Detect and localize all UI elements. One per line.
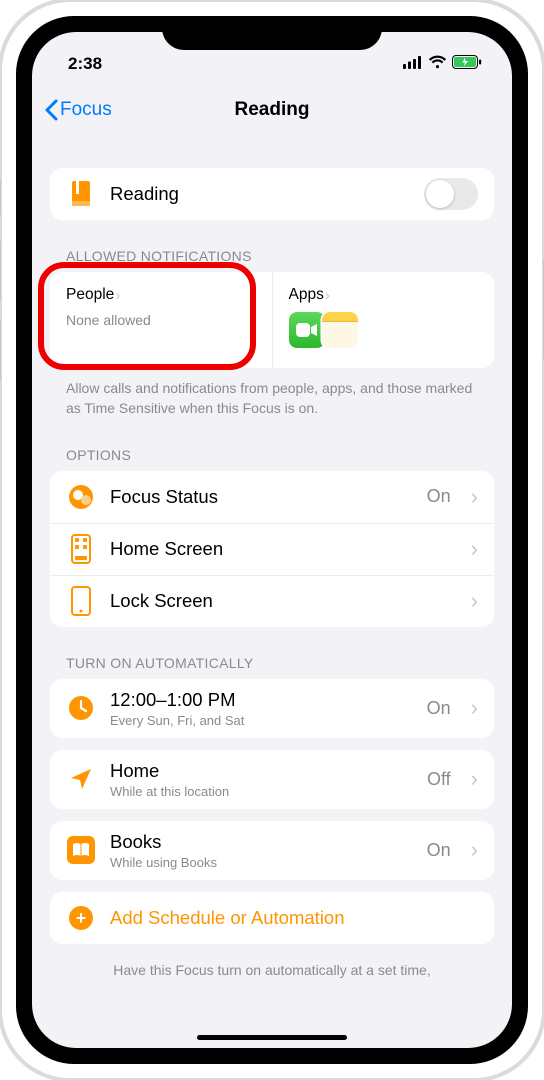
people-cell[interactable]: People › None allowed [50,272,272,368]
chevron-right-icon: › [115,287,120,304]
chevron-right-icon: › [325,287,330,304]
notes-app-icon [322,312,358,348]
schedule-title: 12:00–1:00 PM [110,689,413,711]
people-sub: None allowed [66,312,256,328]
signal-icon [403,54,423,74]
lock-screen-row[interactable]: Lock Screen › [50,575,494,627]
location-icon [66,764,96,794]
facetime-app-icon [289,312,325,348]
schedule-sub: Every Sun, Fri, and Sat [110,713,413,728]
home-screen-icon [66,534,96,564]
location-row[interactable]: Home While at this location Off › [50,750,494,809]
focus-toggle[interactable] [424,178,478,210]
options-header: OPTIONS [50,419,494,471]
chevron-right-icon: › [471,766,478,792]
chevron-right-icon: › [471,588,478,614]
focus-status-label: Focus Status [110,486,413,508]
focus-status-value: On [427,486,451,507]
book-icon [66,179,96,209]
home-screen-label: Home Screen [110,538,451,560]
app-trigger-sub: While using Books [110,855,413,870]
battery-icon [452,54,482,74]
focus-card: Reading [50,168,494,220]
chevron-right-icon: › [471,484,478,510]
allowed-card: People › None allowed Apps › [50,272,494,368]
home-indicator[interactable] [197,1035,347,1040]
auto-footer: Have this Focus turn on automatically at… [50,956,494,980]
app-trigger-row[interactable]: Books While using Books On › [50,821,494,880]
chevron-right-icon: › [471,695,478,721]
focus-row[interactable]: Reading [50,168,494,220]
clock-icon [66,693,96,723]
status-time: 2:38 [68,54,102,74]
schedule-row[interactable]: 12:00–1:00 PM Every Sun, Fri, and Sat On… [50,679,494,738]
plus-icon: + [66,903,96,933]
chevron-right-icon: › [471,837,478,863]
add-automation-label: Add Schedule or Automation [110,907,345,929]
focus-status-icon [66,482,96,512]
options-card: Focus Status On › Home Screen › [50,471,494,627]
chevron-right-icon: › [471,536,478,562]
location-sub: While at this location [110,784,413,799]
add-automation-row[interactable]: + Add Schedule or Automation [50,892,494,944]
wifi-icon [428,54,447,74]
apps-title: Apps [289,286,324,304]
allowed-footer: Allow calls and notifications from peopl… [50,368,494,419]
back-label: Focus [60,99,112,121]
books-app-icon [66,835,96,865]
lock-screen-label: Lock Screen [110,590,451,612]
location-title: Home [110,760,413,782]
location-value: Off [427,769,451,790]
auto-header: TURN ON AUTOMATICALLY [50,627,494,679]
nav-bar: Focus Reading [32,82,512,138]
app-trigger-title: Books [110,831,413,853]
focus-name: Reading [110,183,410,205]
apps-cell[interactable]: Apps › [272,272,495,368]
lock-screen-icon [66,586,96,616]
home-screen-row[interactable]: Home Screen › [50,523,494,575]
focus-status-row[interactable]: Focus Status On › [50,471,494,523]
allowed-header: ALLOWED NOTIFICATIONS [50,220,494,272]
schedule-value: On [427,698,451,719]
app-trigger-value: On [427,840,451,861]
back-button[interactable]: Focus [44,99,112,121]
people-title: People [66,286,114,304]
chevron-left-icon [44,99,58,121]
